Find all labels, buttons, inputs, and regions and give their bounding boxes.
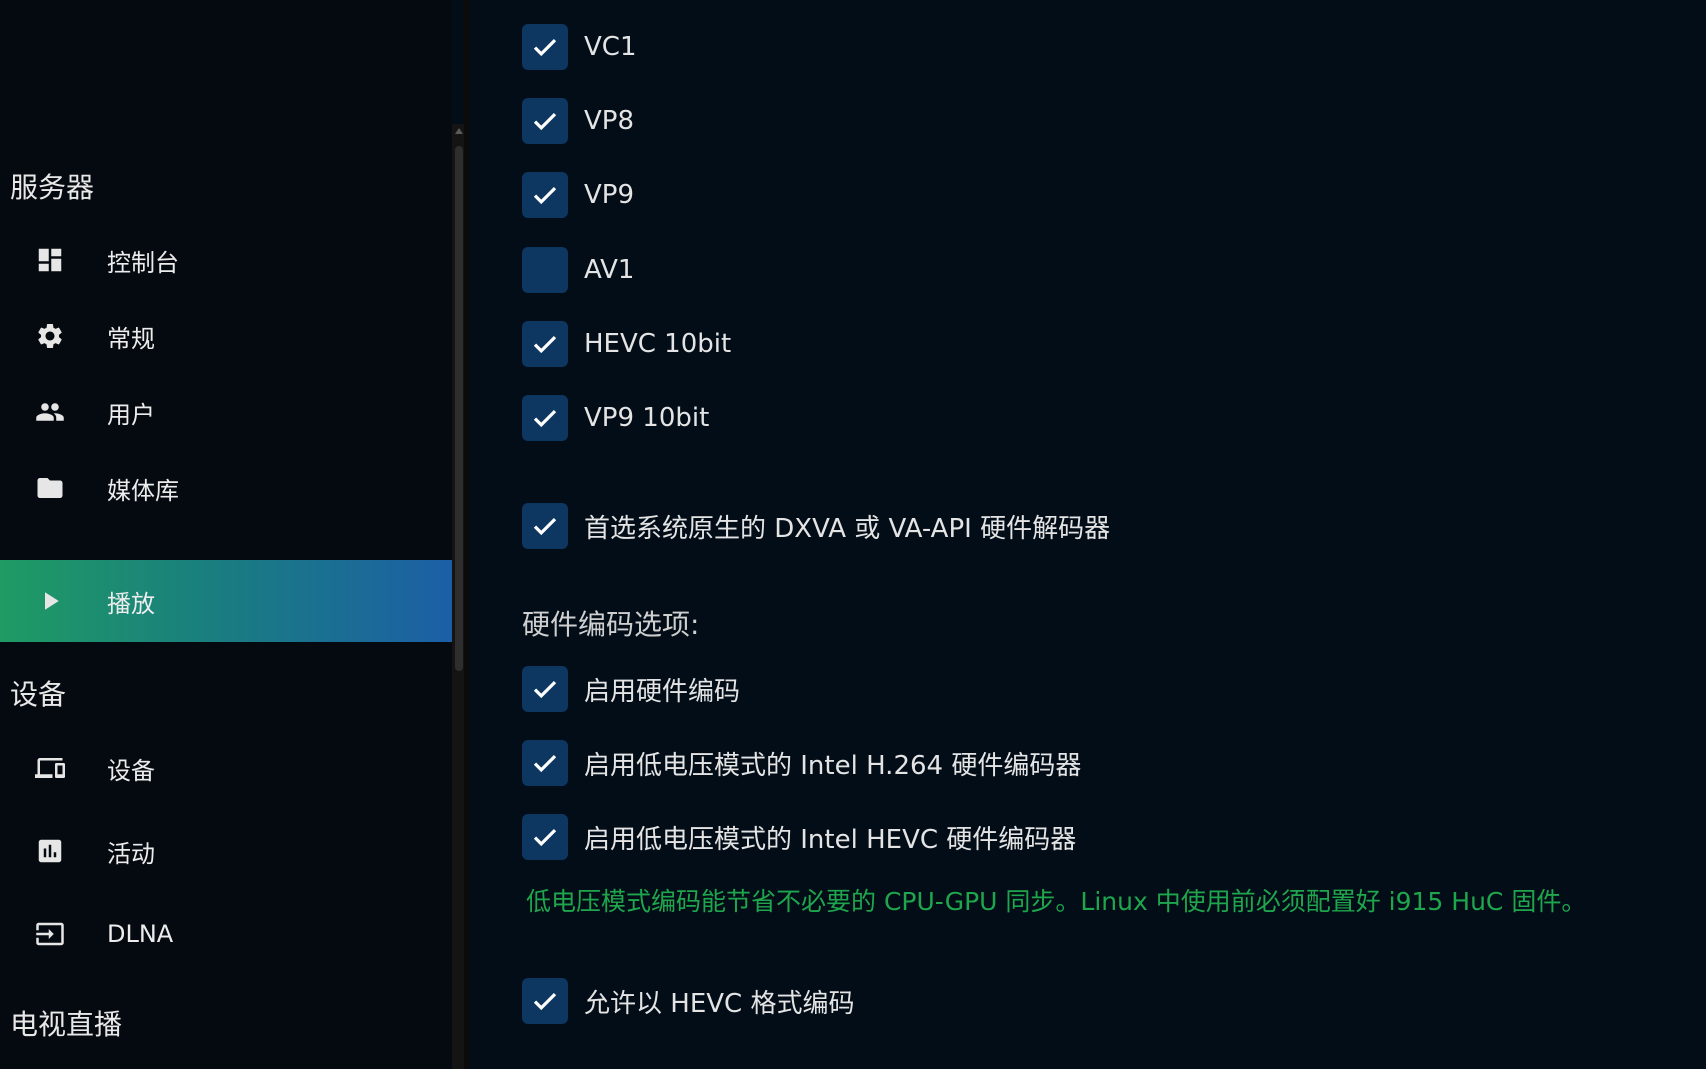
checkbox[interactable] — [522, 666, 568, 712]
checkbox[interactable] — [522, 503, 568, 549]
hardware-encoding-title: 硬件编码选项: — [522, 608, 700, 641]
checkbox[interactable] — [522, 24, 568, 70]
sidebar-item-label: 播放 — [107, 589, 155, 618]
checkbox[interactable] — [522, 395, 568, 441]
checkbox[interactable] — [522, 172, 568, 218]
sidebar-item-label: 活动 — [107, 839, 155, 868]
checkbox[interactable] — [522, 321, 568, 367]
section-title-livetv: 电视直播 — [10, 1008, 123, 1041]
codec-row-vp9[interactable]: VP9 — [522, 171, 634, 219]
checkmark-icon — [533, 517, 557, 536]
sidebar-item-label: DLNA — [107, 920, 174, 948]
checkmark-icon — [533, 754, 557, 773]
checkbox-label: VC1 — [584, 32, 637, 62]
checkbox-label: 启用硬件编码 — [584, 676, 741, 707]
sidebar-item-dlna[interactable]: DLNA — [0, 893, 452, 975]
checkmark-icon — [533, 992, 557, 1011]
low-power-hint: 低电压模式编码能节省不必要的 CPU-GPU 同步。Linux 中使用前必须配置… — [526, 887, 1587, 916]
sidebar-item-label: 用户 — [107, 400, 155, 429]
checkbox-label: VP9 10bit — [584, 403, 710, 433]
low-power-h264-row[interactable]: 启用低电压模式的 Intel H.264 硬件编码器 — [522, 739, 1081, 787]
sidebar-scrollbar-thumb[interactable] — [455, 146, 463, 671]
sidebar-item-general[interactable]: 常规 — [0, 295, 452, 377]
low-power-hevc-row[interactable]: 启用低电压模式的 Intel HEVC 硬件编码器 — [522, 813, 1076, 861]
checkbox-label: 启用低电压模式的 Intel HEVC 硬件编码器 — [584, 824, 1077, 855]
input-icon — [34, 918, 66, 950]
checkbox-label: HEVC 10bit — [584, 329, 732, 359]
checkbox[interactable] — [522, 814, 568, 860]
checkmark-icon — [533, 680, 557, 699]
checkmark-icon — [533, 409, 557, 428]
sidebar-item-playback[interactable]: 播放 — [0, 560, 452, 642]
dashboard-icon — [34, 244, 66, 276]
codec-row-av1[interactable]: AV1 — [522, 246, 634, 294]
checkbox-label: VP9 — [584, 180, 635, 210]
gear-icon — [34, 320, 66, 352]
checkbox[interactable] — [522, 740, 568, 786]
scroll-up-arrow-icon[interactable] — [455, 128, 463, 134]
section-title-server: 服务器 — [10, 171, 95, 204]
codec-row-hevc-10bit[interactable]: HEVC 10bit — [522, 320, 731, 368]
checkbox[interactable] — [522, 247, 568, 293]
checkbox[interactable] — [522, 98, 568, 144]
sidebar-item-label: 设备 — [107, 756, 155, 785]
checkbox-label: AV1 — [584, 255, 635, 285]
enable-hw-encoding-row[interactable]: 启用硬件编码 — [522, 665, 740, 713]
sidebar-item-label: 常规 — [107, 324, 155, 353]
section-title-devices: 设备 — [10, 678, 67, 711]
sidebar-item-dashboard[interactable]: 控制台 — [0, 219, 452, 301]
chart-icon — [34, 835, 66, 867]
sidebar-item-users[interactable]: 用户 — [0, 371, 452, 453]
prefer-native-decoder-row[interactable]: 首选系统原生的 DXVA 或 VA-API 硬件解码器 — [522, 502, 1110, 550]
sidebar-item-libraries[interactable]: 媒体库 — [0, 447, 452, 529]
devices-icon — [34, 752, 66, 784]
allow-hevc-encoding-row[interactable]: 允许以 HEVC 格式编码 — [522, 977, 854, 1025]
checkbox-label: VP8 — [584, 106, 635, 136]
sidebar-item-devices[interactable]: 设备 — [0, 727, 452, 809]
sidebar: 服务器 控制台 常规 用户 媒体库 播放 设备 设备 活动 DLNA 电视直播 — [0, 0, 452, 1069]
divider — [464, 0, 470, 1069]
sidebar-nav: 服务器 控制台 常规 用户 媒体库 播放 设备 设备 活动 DLNA 电视直播 — [0, 0, 452, 1069]
checkmark-icon — [533, 828, 557, 847]
checkmark-icon — [533, 335, 557, 354]
checkmark-icon — [533, 112, 557, 131]
sidebar-item-activity[interactable]: 活动 — [0, 810, 452, 892]
checkmark-icon — [533, 38, 557, 57]
codec-row-vp8[interactable]: VP8 — [522, 97, 634, 145]
users-icon — [34, 396, 66, 428]
checkmark-icon — [533, 186, 557, 205]
sidebar-item-label: 媒体库 — [107, 476, 179, 505]
checkbox-label: 允许以 HEVC 格式编码 — [584, 988, 855, 1019]
sidebar-item-label: 控制台 — [107, 248, 179, 277]
checkbox[interactable] — [522, 978, 568, 1024]
codec-row-vp9-10bit[interactable]: VP9 10bit — [522, 394, 709, 442]
play-icon — [34, 585, 66, 617]
codec-row-vc1[interactable]: VC1 — [522, 23, 636, 71]
folder-icon — [34, 472, 66, 504]
checkbox-label: 启用低电压模式的 Intel H.264 硬件编码器 — [584, 750, 1082, 781]
checkbox-label: 首选系统原生的 DXVA 或 VA-API 硬件解码器 — [584, 513, 1111, 544]
